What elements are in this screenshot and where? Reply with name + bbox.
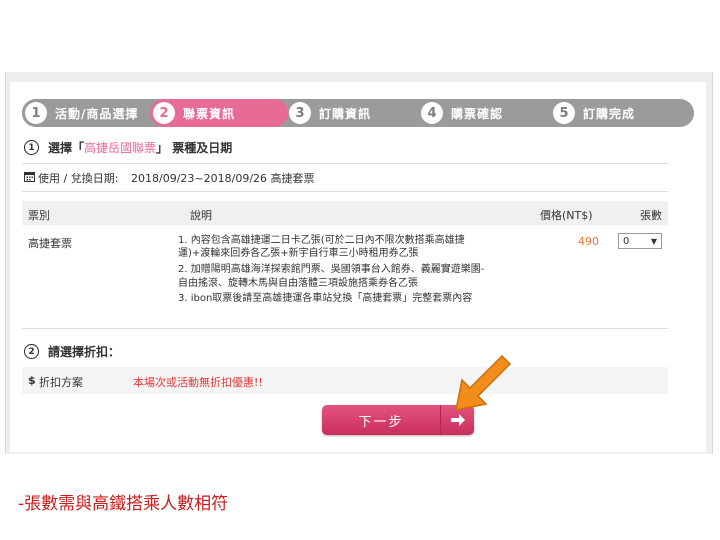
step-1[interactable]: 1 活動/商品選擇 bbox=[22, 99, 156, 127]
step-2-active[interactable]: 2 聯票資訊 bbox=[150, 99, 288, 127]
footer-note: -張數需與高鐵搭乘人數相符 bbox=[18, 494, 229, 514]
step-2-number: 2 bbox=[153, 102, 175, 124]
dropdown-arrow-icon: ▼ bbox=[650, 236, 657, 246]
divider bbox=[22, 328, 668, 329]
calendar-icon bbox=[24, 172, 35, 182]
row-desc-line: 2. 加贈陽明高雄海洋探索館門票、吳國領事台入館券、義麗實遊樂園- bbox=[178, 264, 485, 275]
row-desc-line: 自由搖滾、旋轉木馬與自由落體三項設施搭乘券各乙張 bbox=[178, 278, 418, 289]
divider bbox=[22, 163, 668, 164]
section1-package-name: 高捷岳國聯票 bbox=[84, 141, 157, 155]
header-quantity: 張數 bbox=[640, 209, 662, 222]
discount-row bbox=[22, 367, 668, 394]
section2-number-icon: 2 bbox=[24, 344, 39, 359]
row-desc-line: 運)+渡輪來回券各乙張+新宇自行車三小時租用券乙張 bbox=[178, 248, 419, 259]
discount-label: 折扣方案 bbox=[39, 376, 83, 389]
step-3-label: 訂購資訊 bbox=[319, 106, 372, 121]
divider bbox=[22, 191, 668, 192]
next-step-label: 下一步 bbox=[358, 414, 404, 430]
row-price: 490 bbox=[578, 235, 599, 248]
step-4-number: 4 bbox=[421, 102, 443, 124]
step-5[interactable]: 5 訂購完成 bbox=[550, 99, 680, 127]
quantity-value: 0 bbox=[623, 235, 630, 247]
step-4-label: 購票確認 bbox=[451, 106, 504, 121]
header-ticket-type: 票別 bbox=[28, 209, 50, 222]
header-description: 說明 bbox=[190, 209, 212, 222]
step-5-number: 5 bbox=[553, 102, 575, 124]
row-desc-line: 3. ibon取票後請至高雄捷運各車站兌換「高捷套票」完整套票內容 bbox=[178, 293, 473, 304]
step-5-label: 訂購完成 bbox=[583, 106, 636, 121]
row-desc-line: 1. 內容包含高雄捷運二日卡乙張(可於二日內不限次數搭乘高雄捷 bbox=[178, 235, 465, 246]
dollar-icon: $ bbox=[28, 374, 36, 387]
step-2-label: 聯票資訊 bbox=[183, 106, 236, 121]
step-3-number: 3 bbox=[289, 102, 311, 124]
section1-number-icon: 1 bbox=[24, 140, 39, 155]
section2-title: 2 請選擇折扣： bbox=[24, 343, 120, 360]
row-ticket-type: 高捷套票 bbox=[28, 237, 72, 250]
step-1-label: 活動/商品選擇 bbox=[55, 106, 139, 121]
progress-steps: 1 活動/商品選擇 2 聯票資訊 3 訂購資訊 4 購票確認 5 訂購完成 bbox=[22, 99, 694, 127]
step-3[interactable]: 3 訂購資訊 bbox=[286, 99, 416, 127]
section1-prefix: 選擇「 bbox=[48, 141, 85, 155]
step-1-number: 1 bbox=[25, 102, 47, 124]
discount-value: 本場次或活動無折扣優惠!! bbox=[133, 376, 263, 389]
header-price: 價格(NT$) bbox=[540, 209, 593, 222]
orange-arrow-icon bbox=[455, 354, 512, 411]
step-4[interactable]: 4 購票確認 bbox=[418, 99, 548, 127]
section1-suffix: 」 票種及日期 bbox=[156, 141, 233, 155]
quantity-select[interactable]: 0 ▼ bbox=[618, 233, 662, 249]
section2-title-text: 請選擇折扣： bbox=[48, 345, 121, 359]
section1-title: 1 選擇「 高捷岳國聯票 」 票種及日期 bbox=[24, 139, 232, 156]
date-value: 2018/09/23~2018/09/26 高捷套票 bbox=[131, 172, 315, 185]
date-label: 使用 / 兌換日期: bbox=[38, 172, 119, 185]
